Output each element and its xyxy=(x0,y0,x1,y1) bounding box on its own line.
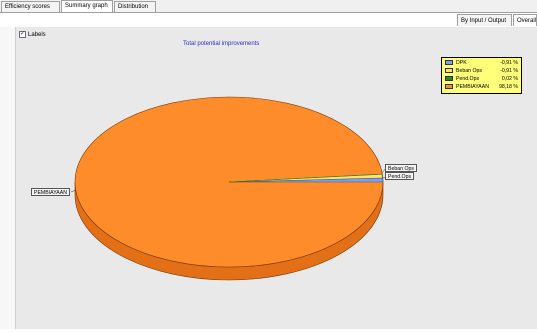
legend-name: Pend.Ops xyxy=(456,76,480,82)
legend-name: Beban Ops xyxy=(456,68,482,74)
legend-name: PEMBIAYAAN xyxy=(456,84,489,90)
legend-value: -0,91 % xyxy=(500,60,518,66)
pie-chart xyxy=(70,96,387,281)
chart-legend: DPK -0,91 % Beban Ops -0,91 % Pend.Ops 0… xyxy=(441,57,522,94)
legend-swatch-beban-ops xyxy=(445,68,453,73)
slice-label-pend-ops: Pend.Ops xyxy=(385,172,415,180)
legend-value: 98,18 % xyxy=(498,84,518,90)
legend-item: PEMBIAYAAN 98,18 % xyxy=(444,83,519,91)
legend-item: DPK -0,91 % xyxy=(444,59,519,67)
slice-label-beban-ops: Beban Ops xyxy=(385,164,417,172)
legend-swatch-dpk xyxy=(445,60,453,65)
legend-value: 0,02 % xyxy=(501,76,518,82)
legend-value: -0,91 % xyxy=(500,68,518,74)
legend-name: DPK xyxy=(456,60,467,66)
legend-swatch-pembiayaan xyxy=(445,84,453,89)
legend-swatch-pend-ops xyxy=(445,76,453,81)
legend-item: Pend.Ops 0,02 % xyxy=(444,75,519,83)
slice-label-pembiayaan: PEMBIAYAAN xyxy=(31,188,70,196)
legend-item: Beban Ops -0,91 % xyxy=(444,67,519,75)
